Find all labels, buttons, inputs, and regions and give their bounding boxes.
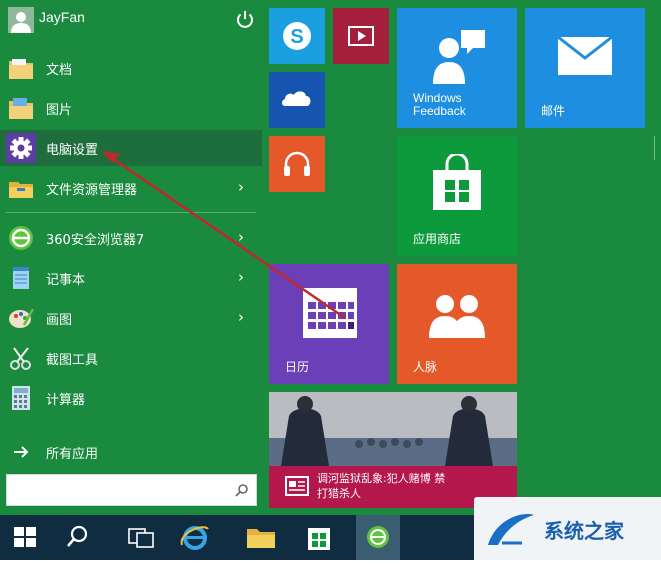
menu-item-label: 360安全浏览器7 [46,233,145,248]
headphones-icon [284,151,310,176]
start-menu: JayFan 文档 图片 电脑设置 文件资源管理器 › 360安全浏览器7 › … [0,0,661,515]
watermark-logo: 系统之家 [474,497,661,560]
user-account[interactable]: JayFan [0,0,262,40]
tile-label: 邮件 [541,104,566,118]
menu-item-notepad[interactable]: 记事本 › [0,260,262,296]
documents-folder-icon [6,53,36,83]
menu-item-pc-settings[interactable]: 电脑设置 [0,130,262,166]
start-button[interactable] [4,515,46,560]
mail-icon [557,36,613,75]
menu-item-pictures[interactable]: 图片 [0,90,262,126]
snipping-tool-icon [6,343,36,373]
tile-onedrive[interactable] [269,72,325,128]
chevron-right-icon[interactable]: › [238,228,244,246]
tile-label: 应用商店 [413,232,462,246]
svg-text:S: S [290,26,303,48]
taskbar-360-browser-button[interactable] [356,515,400,560]
tile-label: Windows Feedback [413,91,466,118]
tile-mail[interactable]: 邮件 [525,8,645,128]
menu-item-paint[interactable]: 画图 › [0,300,262,336]
menu-item-label: 图片 [46,103,73,118]
360-browser-icon [367,526,389,548]
menu-item-label: 文件资源管理器 [46,183,138,198]
menu-item-file-explorer[interactable]: 文件资源管理器 › [0,170,262,206]
paint-icon [6,303,36,333]
menu-item-360-browser[interactable]: 360安全浏览器7 › [0,220,262,256]
all-apps-button[interactable]: 所有应用 [0,434,262,470]
search-input[interactable] [6,474,257,506]
taskbar-store-button[interactable] [298,515,340,560]
tile-label: 日历 [285,360,310,374]
tile-people[interactable]: 人脉 [397,264,517,384]
search-icon[interactable] [234,482,250,498]
store-bag-icon [308,528,330,550]
tile-news[interactable]: 调河监狱乱象:犯人赌博 禁打猎杀人 [269,392,517,508]
calculator-icon [6,383,36,413]
menu-item-label: 截图工具 [46,353,99,368]
user-name: JayFan [39,9,85,25]
tile-windows-feedback[interactable]: Windows Feedback [397,8,517,128]
chevron-right-icon[interactable]: › [238,308,244,326]
tile-video[interactable] [333,8,389,64]
menu-item-documents[interactable]: 文档 [0,50,262,86]
tile-calendar[interactable]: 日历 [269,264,389,384]
watermark-emblem-icon [488,514,534,545]
folder-icon [247,529,275,548]
menu-item-calculator[interactable]: 计算器 [0,380,262,416]
taskbar-search-button[interactable] [56,515,98,560]
user-avatar-icon [8,7,34,33]
taskbar-task-view-button[interactable] [120,515,162,560]
menu-item-label: 电脑设置 [46,143,99,158]
360-browser-icon [6,223,36,253]
power-icon[interactable] [234,8,256,30]
video-icon [348,26,374,46]
tile-music[interactable] [269,136,325,192]
news-headline: 调河监狱乱象:犯人赌博 禁打猎杀人 [317,472,446,500]
news-photo [269,392,517,466]
menu-item-label: 画图 [46,313,73,328]
feedback-people-icon [433,30,485,84]
windows-logo-icon [14,527,36,547]
watermark-text: 系统之家 [544,519,624,543]
tile-skype[interactable]: S [269,8,325,64]
menu-item-snipping-tool[interactable]: 截图工具 [0,340,262,376]
menu-divider [6,212,256,213]
people-icon [429,295,485,338]
chevron-right-icon[interactable]: › [238,268,244,286]
taskbar-ie-button[interactable] [174,515,216,560]
task-view-icon [128,528,154,548]
store-bag-icon [433,154,481,210]
start-menu-left-panel: JayFan 文档 图片 电脑设置 文件资源管理器 › 360安全浏览器7 › … [0,0,262,515]
pictures-folder-icon [6,93,36,123]
all-apps-label: 所有应用 [46,447,99,462]
search-icon [67,525,88,547]
taskbar-file-explorer-button[interactable] [240,515,282,560]
menu-item-label: 文档 [46,63,73,78]
arrow-right-icon [6,437,36,467]
internet-explorer-icon [180,526,209,550]
chevron-right-icon[interactable]: › [238,178,244,196]
tile-store[interactable]: 应用商店 [397,136,517,256]
menu-item-label: 计算器 [46,393,86,408]
tile-label: 人脉 [413,360,438,374]
menu-item-label: 记事本 [46,273,86,288]
skype-icon: S [283,22,311,50]
gear-icon [6,133,36,163]
notepad-icon [6,263,36,293]
news-icon [285,476,309,496]
calendar-icon [303,288,357,338]
file-explorer-icon [6,173,36,203]
tile-edge-partial [654,136,661,160]
cloud-icon [282,91,311,106]
